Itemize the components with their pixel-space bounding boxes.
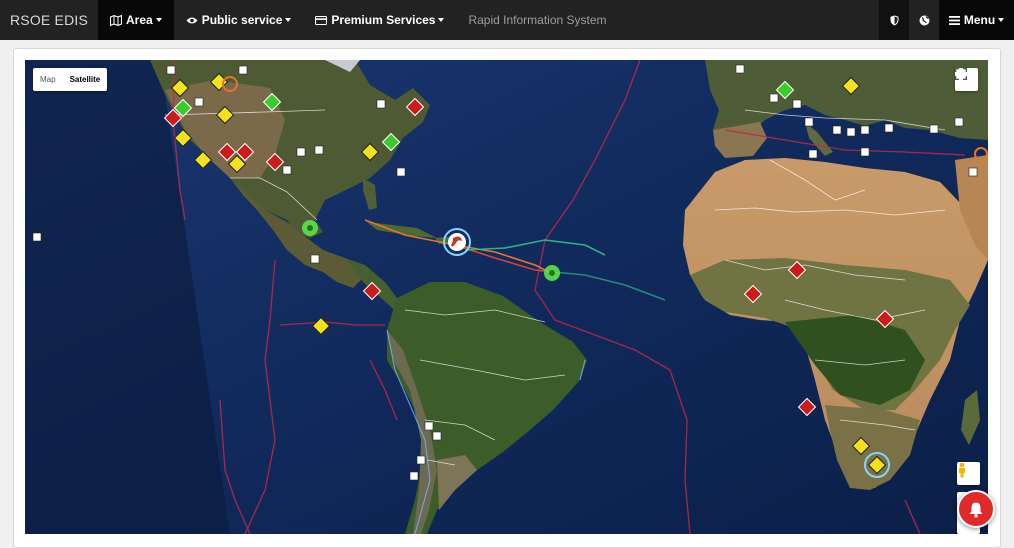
pegman-icon [959,462,965,478]
bell-icon [969,502,983,517]
card-icon [315,15,328,25]
chevron-down-icon [998,18,1005,22]
nav-globe-button[interactable] [909,0,939,40]
map-type-control: Map Satellite [33,68,108,91]
top-navbar: RSOE EDIS Area Public service Premium Se… [0,0,1014,40]
notification-button[interactable] [957,490,995,528]
fullscreen-icon [955,68,967,80]
street-view-button[interactable] [957,462,980,485]
nav-shield-button[interactable] [879,0,909,40]
nav-premium-services-dropdown[interactable]: Premium Services [303,0,456,40]
fullscreen-button[interactable] [955,68,978,91]
brand-logo[interactable]: RSOE EDIS [0,0,98,40]
cyclone-south-africa-marker[interactable] [864,452,890,478]
map-canvas [25,60,988,534]
map-type-satellite-button[interactable]: Satellite [63,68,108,91]
bars-icon [948,15,960,25]
globe-icon [919,15,929,25]
shield-icon [890,15,898,25]
map-icon [110,14,122,26]
nav-area-label: Area [126,13,153,27]
chevron-down-icon [285,18,292,22]
nav-menu-label: Menu [963,13,996,27]
eye-icon [186,17,198,23]
chevron-down-icon [438,18,445,22]
nav-public-service-label: Public service [201,13,283,27]
nav-premium-services-label: Premium Services [331,13,436,27]
nav-public-service-dropdown[interactable]: Public service [174,0,304,40]
nav-area-dropdown[interactable]: Area [98,0,174,40]
nav-menu-dropdown[interactable]: Menu [939,0,1014,40]
chevron-down-icon [155,18,162,22]
map-type-map-button[interactable]: Map [33,68,63,91]
nav-subtitle: Rapid Information System [468,13,607,27]
world-map[interactable]: Map Satellite [25,60,988,534]
